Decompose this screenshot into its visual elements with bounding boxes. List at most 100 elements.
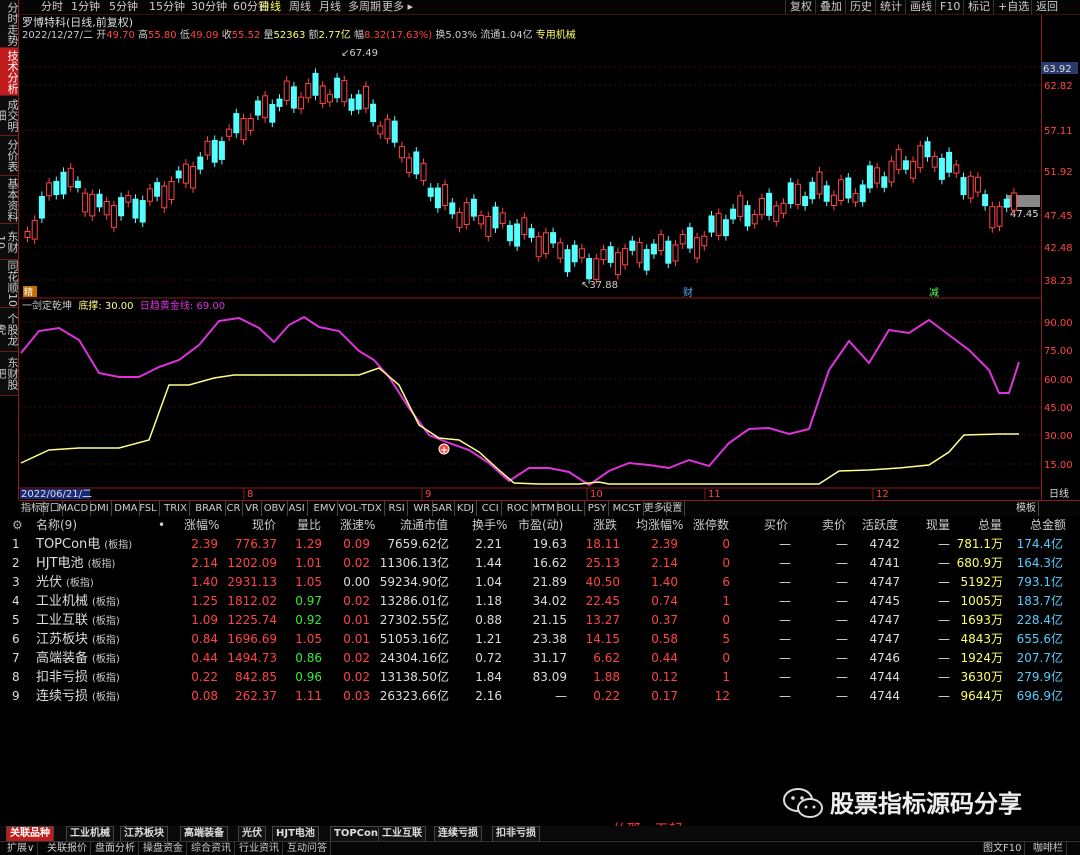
sidebar-item-7[interactable]: 个股龙虎 (0, 308, 19, 352)
related-tab-4[interactable]: 光伏 (238, 826, 266, 842)
indicator-tab-18[interactable]: CCI (480, 501, 502, 516)
table-row[interactable]: 6 江苏板块 (板指) 0.84 1696.69 1.05 0.01 51053.16亿 1.2… (0, 630, 1080, 649)
column-header-4[interactable]: 量比 (297, 516, 321, 534)
indicator-tab-5[interactable]: FSL (137, 501, 160, 516)
period-0[interactable]: 分时 (41, 0, 63, 14)
related-tab-5[interactable]: HJT电池 (272, 826, 319, 842)
row-name[interactable]: 高端装备 (板指) (36, 649, 120, 669)
indicator-template-tab[interactable]: 模板 (1014, 501, 1039, 516)
status-item-4[interactable]: 综合资讯 (188, 842, 235, 855)
related-tab-2[interactable]: 江苏板块 (120, 826, 168, 842)
column-header-14[interactable]: 活跃度 (862, 516, 898, 534)
related-tab-6[interactable]: TOPCon (330, 826, 382, 842)
sidebar-item-8[interactable]: 东财股吧 (0, 352, 19, 396)
column-header-1[interactable]: • (158, 516, 165, 534)
sidebar-item-4[interactable]: 基本资料 (0, 176, 19, 224)
indicator-tab-8[interactable]: CR (225, 501, 244, 516)
indicator-tab-7[interactable]: BRAR (193, 501, 226, 516)
indicator-tab-3[interactable]: DMI (87, 501, 112, 516)
column-header-9[interactable]: 涨跌 (593, 516, 617, 534)
toolbar-button-7[interactable]: +自选 (993, 0, 1033, 14)
indicator-tab-12[interactable]: EMV (312, 501, 339, 516)
status-item-6[interactable]: 互动问答 (284, 842, 331, 855)
table-row[interactable]: 8 扣非亏损 (板指) 0.22 842.85 0.96 0.02 13138.50亿 1.84… (0, 668, 1080, 687)
status-item-3[interactable]: 操盘资金 (140, 842, 187, 855)
row-name[interactable]: 扣非亏损 (板指) (36, 668, 120, 688)
sidebar-item-2[interactable]: 成交明细 (0, 96, 19, 136)
indicator-tab-11[interactable]: ASI (287, 501, 308, 516)
indicator-tab-6[interactable]: TRIX (162, 501, 190, 516)
status-item-2[interactable]: 盘面分析 (92, 842, 139, 855)
table-row[interactable]: 7 高端装备 (板指) 0.44 1494.73 0.86 0.02 24304.16亿 0.7… (0, 649, 1080, 668)
settings-gear-icon[interactable]: ⚙ (12, 516, 23, 534)
related-tab-0[interactable]: 关联品种 (6, 826, 54, 842)
status-item-5[interactable]: 行业资讯 (236, 842, 283, 855)
row-name[interactable]: 光伏 (板指) (36, 573, 94, 593)
row-name[interactable]: TOPCon电 (板指) (36, 535, 132, 555)
status-right-1[interactable]: 咖啡栏 (1030, 842, 1067, 855)
column-header-12[interactable]: 买价 (764, 516, 788, 534)
row-name[interactable]: 工业机械 (板指) (36, 592, 120, 612)
period-3[interactable]: 15分钟 (149, 0, 185, 14)
toolbar-button-1[interactable]: 叠加 (815, 0, 846, 14)
indicator-tab-10[interactable]: OBV (262, 501, 288, 516)
period-6[interactable]: 日线 (259, 0, 281, 14)
chart-canvas[interactable]: 62.8257.1151.9247.4542.4838.2363.9247.45… (19, 15, 1080, 500)
column-header-17[interactable]: 总金额 (1030, 516, 1066, 534)
column-header-16[interactable]: 总量 (978, 516, 1002, 534)
period-7[interactable]: 周线 (289, 0, 311, 14)
table-row[interactable]: 2 HJT电池 (板指) 2.14 1202.09 1.01 0.02 11306.13亿 1.… (0, 554, 1080, 573)
table-row[interactable]: 9 连续亏损 (板指) 0.08 262.37 1.11 0.03 26323.66亿 2.16… (0, 687, 1080, 706)
column-header-15[interactable]: 现量 (926, 516, 950, 534)
indicator-tab-14[interactable]: RSI (387, 501, 408, 516)
toolbar-button-4[interactable]: 画线 (905, 0, 936, 14)
related-tab-8[interactable]: 连续亏损 (434, 826, 482, 842)
column-header-8[interactable]: 市盈(动) (518, 516, 563, 534)
toolbar-button-5[interactable]: F10 (935, 0, 964, 14)
status-item-0[interactable]: 扩展∨ (4, 842, 39, 855)
column-header-13[interactable]: 卖价 (822, 516, 846, 534)
period-4[interactable]: 30分钟 (191, 0, 227, 14)
table-row[interactable]: 1 TOPCon电 (板指) 2.39 776.37 1.29 0.09 7659.62亿 2.… (0, 535, 1080, 554)
column-header-7[interactable]: 换手% (472, 516, 507, 534)
indicator-tab-2[interactable]: MACD (56, 501, 92, 516)
column-header-5[interactable]: 涨速% (340, 516, 375, 534)
column-header-0[interactable]: 名称(9) (36, 516, 77, 534)
toolbar-button-2[interactable]: 历史 (845, 0, 876, 14)
period-9[interactable]: 多周期 (348, 0, 381, 14)
toolbar-button-3[interactable]: 统计 (875, 0, 906, 14)
sidebar-item-5[interactable]: 东财10 (0, 224, 19, 260)
indicator-tab-9[interactable]: VR (243, 501, 262, 516)
related-tab-7[interactable]: 工业互联 (378, 826, 426, 842)
indicator-tab-21[interactable]: BOLL (555, 501, 586, 516)
column-header-11[interactable]: 涨停数 (693, 516, 729, 534)
sidebar-item-1[interactable]: 技术分析 (0, 48, 19, 96)
period-8[interactable]: 月线 (319, 0, 341, 14)
column-header-6[interactable]: 流通市值 (400, 516, 448, 534)
indicator-tab-23[interactable]: MCST (611, 501, 644, 516)
related-tab-9[interactable]: 扣非亏损 (492, 826, 540, 842)
toolbar-button-8[interactable]: 返回 (1031, 0, 1062, 14)
row-name[interactable]: HJT电池 (板指) (36, 554, 115, 574)
sidebar-item-0[interactable]: 分时走势 (0, 0, 19, 48)
period-2[interactable]: 5分钟 (109, 0, 138, 14)
sidebar-item-3[interactable]: 分价表 (0, 136, 19, 176)
indicator-tab-17[interactable]: KDJ (455, 501, 478, 516)
indicator-tab-22[interactable]: PSY (586, 501, 610, 516)
table-row[interactable]: 5 工业互联 (板指) 1.09 1225.74 0.92 0.01 27302.55亿 0.8… (0, 611, 1080, 630)
indicator-tab-13[interactable]: VOL-TDX (336, 501, 385, 516)
column-header-2[interactable]: 涨幅% (184, 516, 219, 534)
toolbar-button-0[interactable]: 复权 (785, 0, 816, 14)
indicator-tab-16[interactable]: SAR (430, 501, 456, 516)
period-1[interactable]: 1分钟 (71, 0, 100, 14)
toolbar-button-6[interactable]: 标记 (963, 0, 994, 14)
related-tab-1[interactable]: 工业机械 (66, 826, 114, 842)
indicator-tab-25[interactable]: 设置 (660, 501, 686, 516)
column-header-10[interactable]: 均涨幅% (636, 516, 683, 534)
row-name[interactable]: 连续亏损 (板指) (36, 687, 120, 707)
row-name[interactable]: 江苏板块 (板指) (36, 630, 120, 650)
table-row[interactable]: 3 光伏 (板指) 1.40 2931.13 1.05 0.00 59234.90亿 1.04 2… (0, 573, 1080, 592)
period-10[interactable]: 更多 ▸ (382, 0, 413, 14)
related-tab-3[interactable]: 高端装备 (180, 826, 228, 842)
table-row[interactable]: 4 工业机械 (板指) 1.25 1812.02 0.97 0.02 13286.01亿 1.1… (0, 592, 1080, 611)
